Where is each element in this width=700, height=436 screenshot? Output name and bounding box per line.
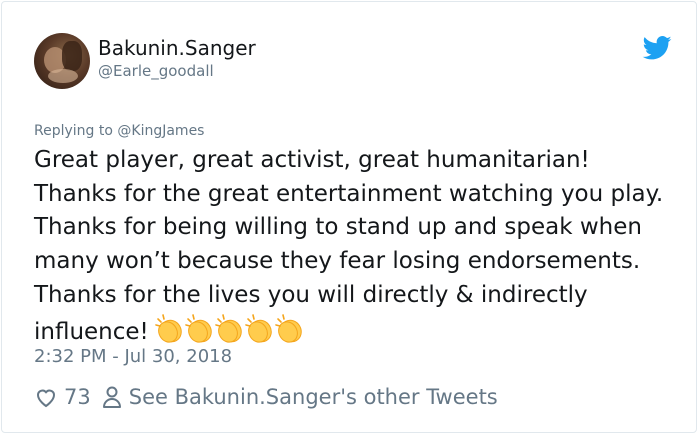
tweet-card: Bakunin.Sanger @Earle_goodall Replying t…: [1, 1, 697, 433]
clap-emoji-icon: [245, 313, 272, 343]
author-handle[interactable]: @Earle_goodall: [98, 62, 214, 80]
other-tweets-link[interactable]: See Bakunin.Sanger's other Tweets: [129, 385, 498, 409]
person-icon[interactable]: [101, 385, 123, 409]
clap-emoji-icon: [275, 313, 302, 343]
clap-emoji-icon: [155, 313, 182, 343]
avatar[interactable]: [34, 33, 90, 89]
like-count[interactable]: 73: [64, 385, 91, 409]
twitter-bird-icon[interactable]: [642, 36, 672, 60]
reply-mention-link[interactable]: @KingJames: [117, 123, 204, 139]
tweet-body: Great player, great activist, great huma…: [34, 147, 664, 345]
tweet-text: Great player, great activist, great huma…: [34, 144, 674, 355]
heart-icon[interactable]: [34, 385, 58, 409]
author-name[interactable]: Bakunin.Sanger: [98, 36, 256, 60]
tweet-actions: 73 See Bakunin.Sanger's other Tweets: [34, 382, 498, 412]
tweet-timestamp[interactable]: 2:32 PM - Jul 30, 2018: [34, 346, 232, 367]
replying-to: Replying to @KingJames: [34, 123, 204, 139]
replying-to-label: Replying to: [34, 123, 113, 139]
clap-emoji-icon: [185, 313, 212, 343]
clap-emoji-icon: [215, 313, 242, 343]
